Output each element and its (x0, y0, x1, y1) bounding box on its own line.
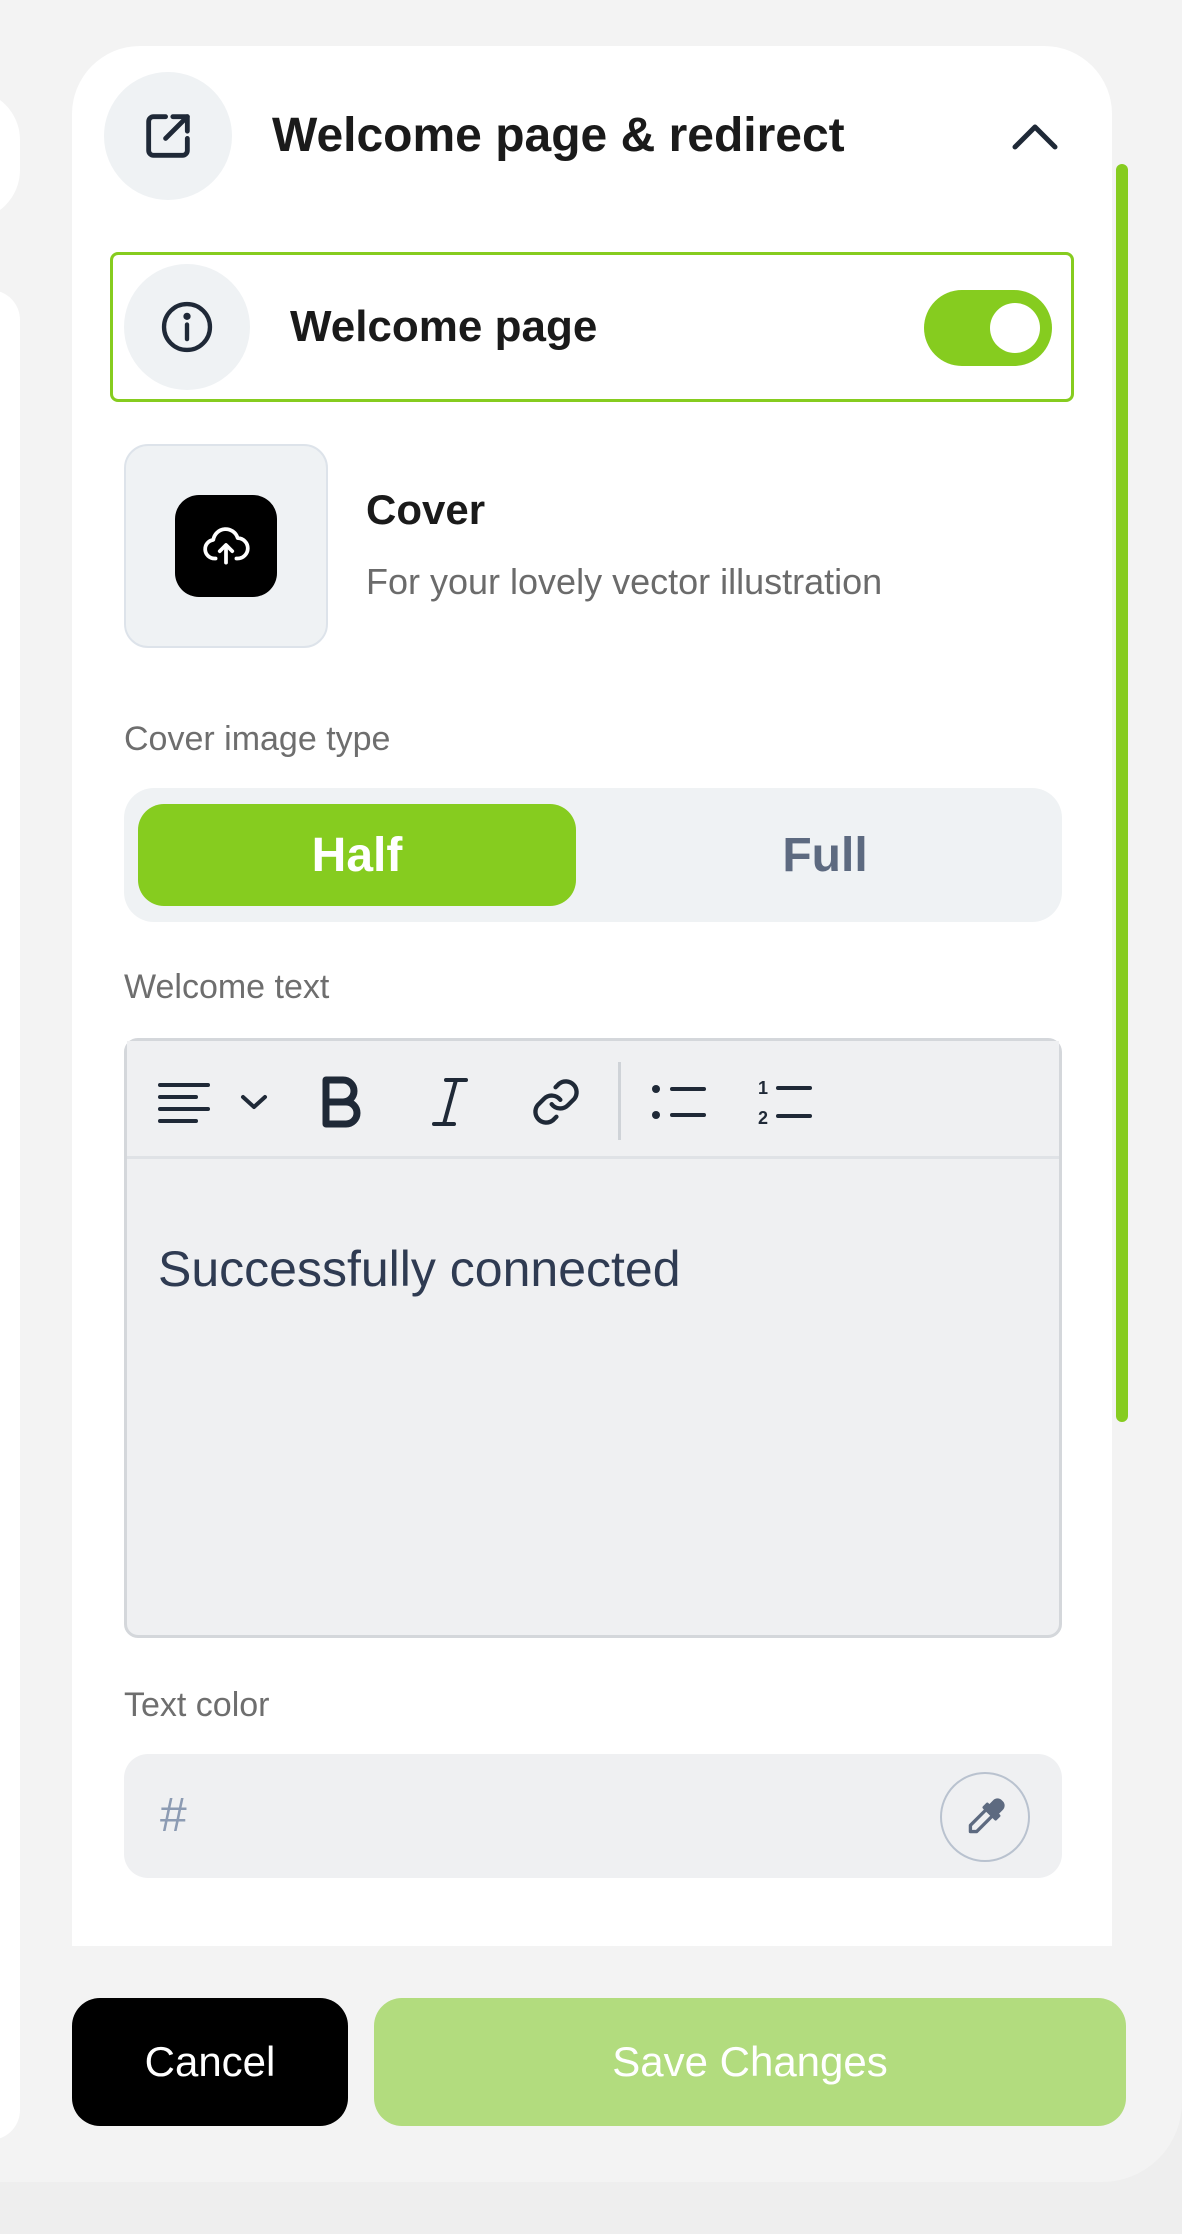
cover-subtitle: For your lovely vector illustration (366, 561, 883, 602)
side-panel-strip (0, 290, 20, 2140)
welcome-text-label: Welcome text (124, 968, 330, 1006)
toggle-knob (990, 303, 1040, 353)
info-icon (124, 264, 250, 390)
bold-icon[interactable] (312, 1066, 372, 1138)
bullet-list-icon[interactable] (648, 1066, 710, 1138)
align-left-icon[interactable] (154, 1066, 214, 1138)
svg-text:2: 2 (758, 1108, 768, 1128)
cover-type-half-option[interactable]: Half (138, 804, 576, 906)
window-edge (1182, 0, 1200, 2234)
eyedropper-icon (968, 1798, 1005, 1834)
welcome-page-label: Welcome page (290, 302, 598, 351)
italic-icon[interactable] (420, 1066, 480, 1138)
upload-button[interactable] (175, 495, 277, 597)
save-changes-button[interactable]: Save Changes (374, 1998, 1126, 2126)
link-icon[interactable] (526, 1066, 586, 1138)
chevron-down-icon[interactable] (236, 1066, 272, 1138)
cloud-upload-icon (203, 527, 250, 565)
section-title: Welcome page & redirect (272, 109, 845, 162)
cover-title: Cover (366, 486, 486, 533)
hash-prefix: # (160, 1789, 187, 1842)
welcome-page-toggle[interactable] (924, 290, 1052, 366)
svg-text:1: 1 (758, 1078, 768, 1098)
cover-image-type-label: Cover image type (124, 720, 391, 758)
color-picker-button[interactable] (940, 1772, 1030, 1862)
text-color-label: Text color (124, 1686, 270, 1724)
scrollbar[interactable] (1116, 164, 1128, 1422)
numbered-list-icon[interactable]: 1 2 (754, 1066, 816, 1138)
cancel-button[interactable]: Cancel (72, 1998, 348, 2126)
cover-upload-area[interactable] (124, 444, 328, 648)
welcome-text-content[interactable]: Successfully connected (158, 1234, 681, 1304)
text-color-input[interactable] (124, 1754, 1062, 1878)
chevron-up-icon (1012, 124, 1058, 150)
external-link-icon (104, 72, 232, 200)
cover-type-full-option[interactable]: Full (600, 804, 1050, 906)
toolbar-divider (618, 1062, 621, 1140)
collapse-button[interactable] (1000, 106, 1070, 166)
